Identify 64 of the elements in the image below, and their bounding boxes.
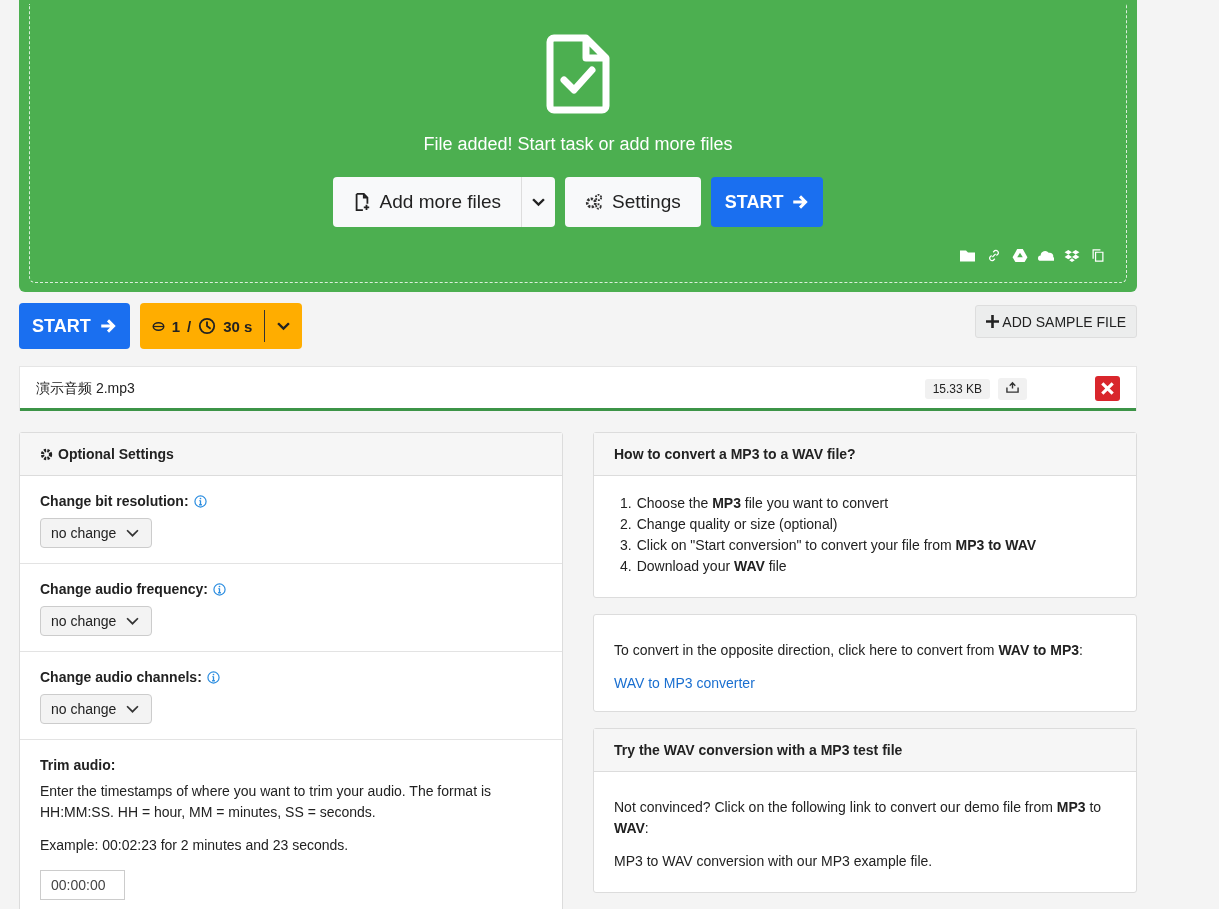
caret-icon (126, 616, 140, 626)
drop-zone[interactable]: File added! Start task or add more files Add more files Settings START (19, 0, 1137, 292)
step-text: Change quality or size (optional) (636, 515, 838, 534)
add-files-button[interactable]: Add more files (332, 177, 522, 227)
help-text: Enter the timestamps of where you want to trim your audio. The format is HH:MM:SS. HH = hour, MM = minutes, SS = seconds. (40, 782, 493, 822)
field-label: Trim audio: (40, 757, 117, 773)
card-title: Try the WAV conversion with a MP3 test file (614, 742, 903, 758)
select-field[interactable]: no change (40, 694, 153, 724)
credits-button[interactable]: 1 / 30 s (139, 303, 303, 349)
step-number: 3. (620, 536, 632, 555)
caret-icon (126, 704, 140, 714)
gear-icon (40, 447, 53, 461)
copy-icon[interactable] (1090, 249, 1106, 262)
field-label: Change audio frequency: (40, 581, 209, 597)
step-number: 4. (620, 557, 632, 576)
dropdown-button[interactable] (521, 177, 556, 227)
file-check-icon (546, 34, 610, 114)
step-number: 2. (620, 515, 632, 534)
help-text: Example: 00:02:23 for 2 minutes and 23 seconds. (40, 836, 350, 855)
folder-icon[interactable] (960, 249, 976, 262)
card-title: How to convert a MP3 to a WAV file? (614, 446, 856, 462)
link-icon[interactable] (986, 249, 1002, 262)
remove-button[interactable] (1095, 376, 1120, 401)
credit-count: 1 (171, 317, 180, 335)
close-icon (1101, 382, 1114, 395)
field-label: Change audio channels: (40, 669, 202, 685)
coin-icon (151, 319, 165, 333)
file-name: 演示音频 2.mp3 (36, 379, 135, 398)
field-label: Change bit resolution: (40, 493, 189, 509)
clock-icon (198, 317, 217, 335)
info-icon[interactable] (206, 670, 220, 684)
card-text: MP3 to WAV conversion with our MP3 example file. (614, 852, 934, 871)
caret-icon (277, 321, 291, 331)
arrow-right-icon (791, 193, 810, 211)
upload-icon (1006, 380, 1019, 394)
card-text: To convert in the opposite direction, click here to convert from WAV to MP3: (614, 641, 1084, 660)
step-number: 1. (620, 494, 632, 513)
card-text: Not convinced? Click on the following link to convert our demo file from MP3 to WAV: (614, 798, 1103, 838)
step-text: Choose the MP3 file you want to convert (636, 494, 889, 513)
arrow-right-icon (98, 317, 117, 335)
caret-icon (532, 197, 546, 207)
info-icon[interactable] (213, 582, 227, 596)
caret-icon (126, 528, 140, 538)
file-size: 15.33 KB (924, 378, 990, 399)
info-icon[interactable] (193, 494, 207, 508)
separator: / (187, 317, 192, 335)
start-button[interactable]: START (19, 303, 130, 349)
select-field[interactable]: no change (40, 606, 153, 636)
step-text: Download your WAV file (636, 557, 787, 576)
box-icon[interactable] (1064, 249, 1080, 262)
upload-button[interactable] (998, 377, 1027, 400)
step-text: Click on "Start conversion" to convert your file from MP3 to WAV (636, 536, 1037, 555)
time-input[interactable]: 00:00:00 (40, 870, 125, 900)
status-message: File added! Start task or add more files (423, 134, 733, 155)
settings-button[interactable]: Settings (565, 177, 701, 227)
cloud-icon[interactable] (1038, 249, 1054, 262)
panel-title: Optional Settings (58, 446, 174, 462)
converter-link[interactable]: WAV to MP3 converter (614, 675, 755, 691)
plus-icon (986, 315, 1000, 328)
add-sample-button[interactable]: ADD SAMPLE FILE (975, 305, 1137, 338)
time-label: 30 s (223, 317, 253, 335)
triangle-icon[interactable] (1012, 249, 1028, 262)
select-field[interactable]: no change (40, 518, 153, 548)
start-button[interactable]: START (710, 177, 824, 227)
